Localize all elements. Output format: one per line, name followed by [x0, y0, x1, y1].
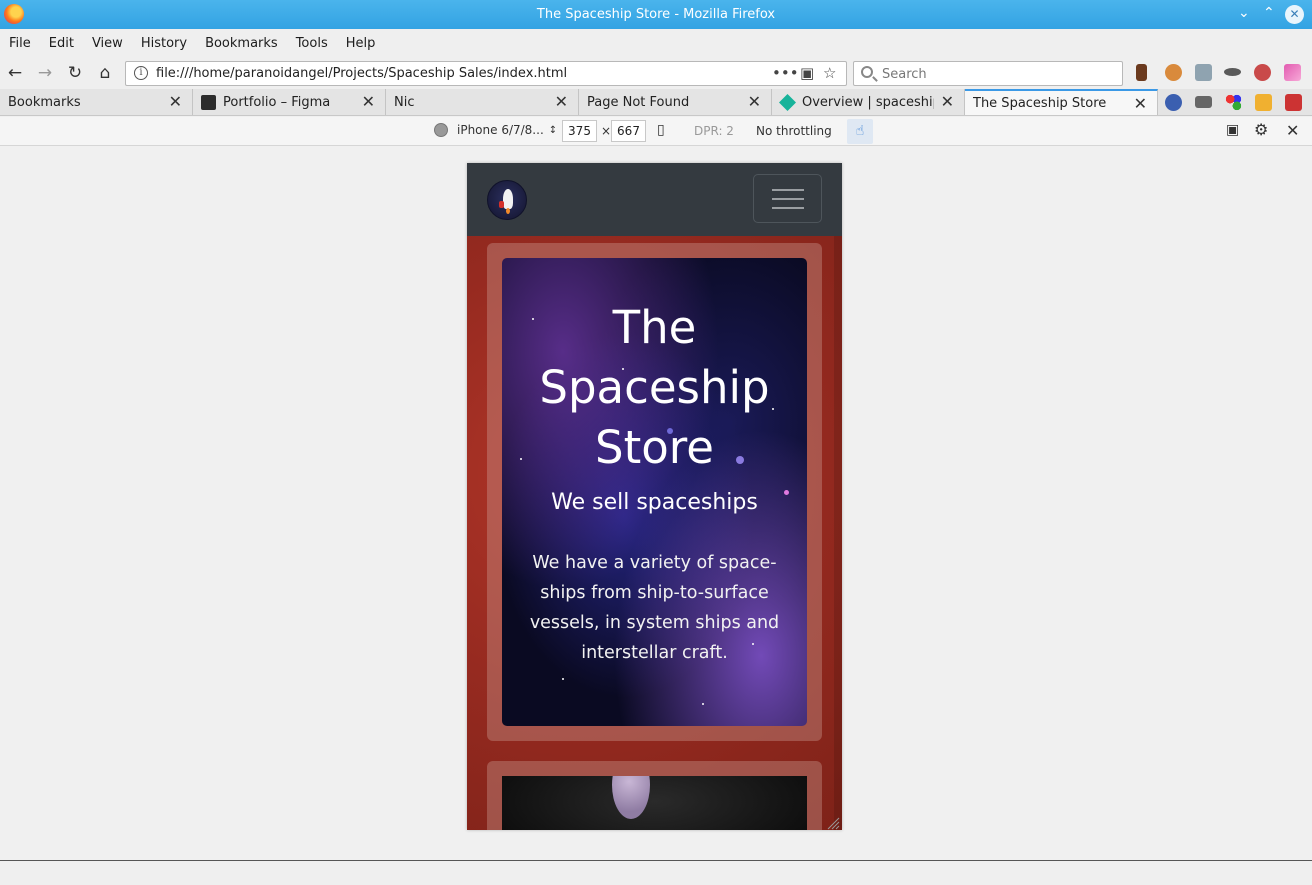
rotate-icon[interactable]: ▯	[657, 122, 665, 138]
window-titlebar: The Spaceship Store - Mozilla Firefox ⌄ …	[0, 0, 1312, 29]
figma-icon	[201, 94, 216, 110]
bookmark-star-icon[interactable]: ☆	[823, 64, 836, 82]
menu-bar: File Edit View History Bookmarks Tools H…	[0, 29, 1312, 57]
url-bar[interactable]: i file:///home/paranoidangel/Projects/Sp…	[125, 61, 847, 86]
library-icon[interactable]	[1136, 64, 1147, 81]
tab-nic[interactable]: Nic ✕	[386, 89, 579, 115]
minimize-icon[interactable]: ⌄	[1238, 5, 1250, 21]
info-icon[interactable]: i	[134, 66, 148, 80]
close-icon[interactable]: ✕	[1286, 121, 1299, 140]
menu-edit[interactable]: Edit	[49, 36, 74, 51]
viewport-height-input[interactable]: 667	[611, 120, 646, 142]
menu-help[interactable]: Help	[346, 36, 376, 51]
touch-simulation-icon[interactable]: ☝	[847, 119, 873, 144]
tab-spaceship-store[interactable]: The Spaceship Store ✕	[965, 89, 1158, 115]
menu-file[interactable]: File	[9, 36, 31, 51]
page-actions-icon[interactable]: •••	[772, 64, 799, 82]
extension-stack-icon[interactable]	[1195, 64, 1212, 81]
resize-handle-icon[interactable]	[826, 816, 840, 830]
device-name: iPhone 6/7/8...	[457, 123, 544, 137]
tab-label: The Spaceship Store	[973, 95, 1107, 111]
close-tab-icon[interactable]: ✕	[941, 92, 954, 111]
menu-history[interactable]: History	[141, 36, 187, 51]
star	[702, 703, 704, 705]
content-area: The Spaceship Store We sell spaceships W…	[0, 147, 1312, 860]
hero-banner: The Spaceship Store We sell spaceships W…	[502, 258, 807, 726]
tab-label: Page Not Found	[587, 94, 690, 110]
tab-page-not-found[interactable]: Page Not Found ✕	[579, 89, 772, 115]
status-bar	[0, 860, 1312, 885]
search-icon	[861, 66, 873, 78]
extension-pink-icon[interactable]	[1284, 64, 1301, 81]
tab-label: Portfolio – Figma	[223, 94, 331, 110]
settings-icon[interactable]: ⚙	[1254, 120, 1268, 139]
pocket-icon[interactable]: ▣	[800, 64, 814, 82]
window-title: The Spaceship Store - Mozilla Firefox	[536, 7, 776, 22]
menu-bookmarks[interactable]: Bookmarks	[205, 36, 278, 51]
mail-icon[interactable]	[1195, 96, 1212, 108]
rocket-shape	[499, 189, 513, 214]
hero-description: We have a variety of space-ships from sh…	[529, 553, 780, 663]
second-card	[487, 761, 822, 830]
tab-label: Nic	[394, 94, 415, 110]
hamburger-line	[772, 198, 804, 200]
notification-icon[interactable]	[1255, 94, 1272, 111]
home-icon[interactable]: ⌂	[94, 62, 116, 84]
close-tab-icon[interactable]: ✕	[748, 92, 761, 111]
hamburger-icon[interactable]	[753, 174, 822, 223]
rocket-icon[interactable]	[487, 180, 527, 220]
site-navbar	[467, 163, 842, 236]
times-sign: ×	[601, 124, 612, 138]
diamond-icon	[779, 93, 796, 111]
search-input[interactable]	[882, 65, 1112, 83]
device-selector[interactable]: iPhone 6/7/8... ↕	[434, 123, 557, 137]
hero-card: The Spaceship Store We sell spaceships W…	[487, 243, 822, 741]
menu-view[interactable]: View	[92, 36, 123, 51]
moon-image	[502, 776, 807, 830]
dpr-selector[interactable]: DPR: 2	[694, 124, 734, 138]
dropdown-arrow-icon: ↕	[548, 124, 558, 136]
viewport-scrollbar[interactable]	[834, 236, 842, 830]
close-tab-icon[interactable]: ✕	[169, 92, 182, 111]
maximize-icon[interactable]: ⌃	[1263, 5, 1275, 21]
globe-icon[interactable]	[1165, 94, 1182, 111]
moon	[612, 776, 650, 819]
tab-label: Overview | spaceship	[802, 94, 934, 110]
viewport-width-input[interactable]: 375	[562, 120, 597, 142]
tab-strip: Bookmarks ✕ Portfolio – Figma ✕ Nic ✕ Pa…	[0, 89, 1312, 116]
back-icon[interactable]: ←	[4, 62, 26, 84]
hero-subtitle: We sell spaceships	[551, 490, 758, 515]
firefox-icon	[4, 4, 24, 24]
device-icon	[434, 123, 448, 137]
tab-portfolio-figma[interactable]: Portfolio – Figma ✕	[193, 89, 386, 115]
extension-tracker-icon[interactable]	[1254, 64, 1271, 81]
close-tab-icon[interactable]: ✕	[555, 92, 568, 111]
todo-icon[interactable]	[1285, 94, 1302, 111]
forward-icon[interactable]: →	[34, 62, 56, 84]
hero-title: The Spaceship Store	[539, 301, 770, 474]
throttling-selector[interactable]: No throttling	[756, 124, 832, 138]
close-tab-icon[interactable]: ✕	[362, 92, 375, 111]
tab-overview-spaceship[interactable]: Overview | spaceship ✕	[772, 89, 965, 115]
reload-icon[interactable]: ↻	[64, 62, 86, 84]
tab-bookmarks[interactable]: Bookmarks ✕	[0, 89, 193, 115]
responsive-design-toolbar: iPhone 6/7/8... ↕ 375 × 667 ▯ DPR: 2 No …	[0, 117, 1312, 146]
device-viewport: The Spaceship Store We sell spaceships W…	[467, 163, 842, 830]
hamburger-line	[772, 207, 804, 209]
window-close-icon[interactable]: ✕	[1285, 5, 1304, 24]
tab-label: Bookmarks	[8, 94, 81, 110]
star	[562, 678, 564, 680]
apps-icon[interactable]	[1225, 94, 1242, 111]
menu-tools[interactable]: Tools	[296, 36, 328, 51]
extension-spaceship-icon[interactable]	[1224, 68, 1241, 76]
extension-monkey-icon[interactable]	[1165, 64, 1182, 81]
search-bar[interactable]	[853, 61, 1123, 86]
screenshot-icon[interactable]: ▣	[1226, 122, 1239, 138]
close-tab-icon[interactable]: ✕	[1134, 94, 1147, 113]
navigation-toolbar: ← → ↻ ⌂ i file:///home/paranoidangel/Pro…	[0, 57, 1312, 89]
hamburger-line	[772, 189, 804, 191]
url-text[interactable]: file:///home/paranoidangel/Projects/Spac…	[156, 66, 567, 81]
